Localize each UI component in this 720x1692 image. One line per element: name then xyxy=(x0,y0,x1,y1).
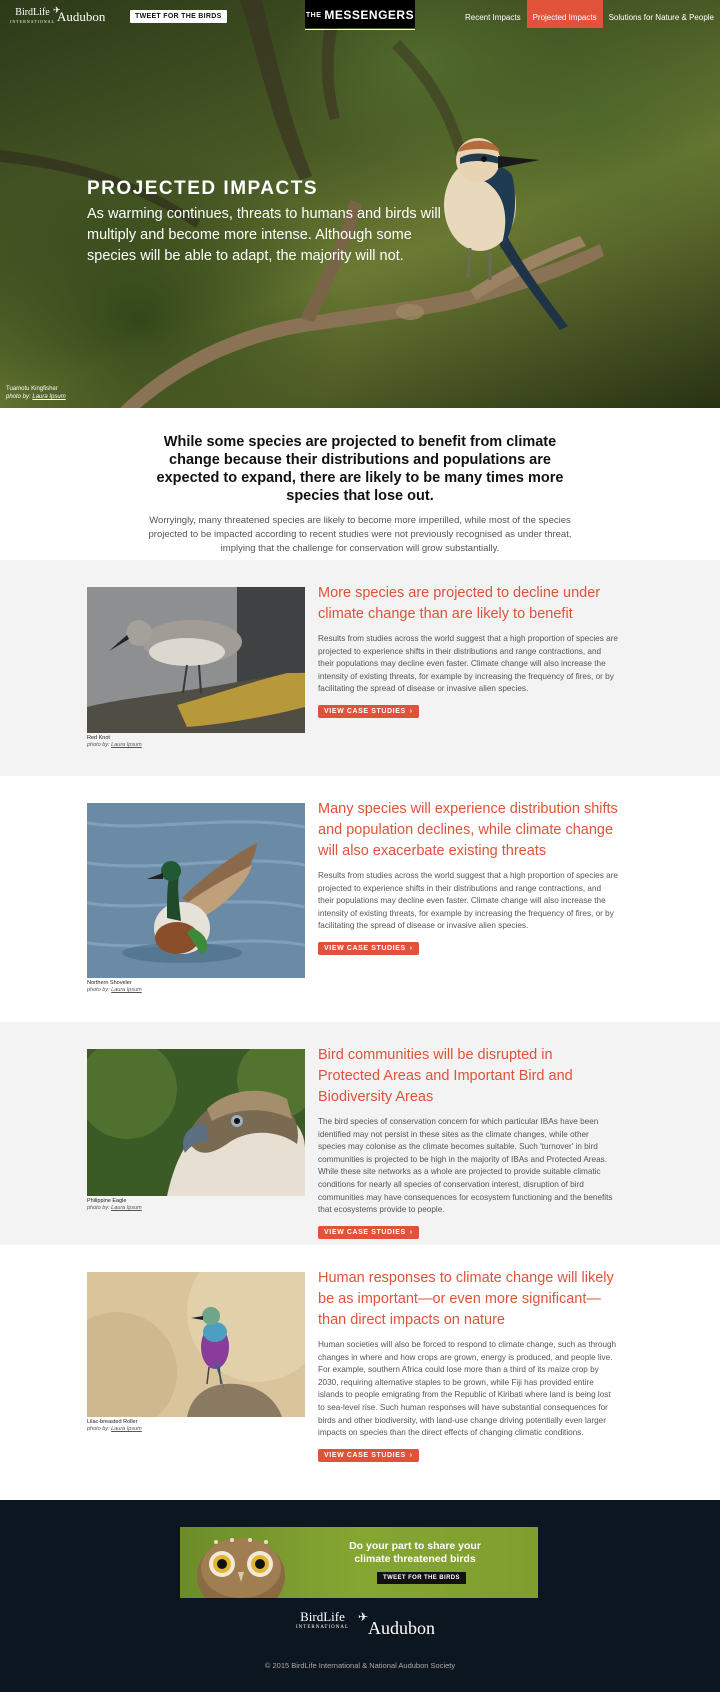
photo-caption: Lilac-breasted Roller photo by: Laura Ip… xyxy=(87,1419,142,1433)
audubon-logo[interactable]: ✈ Audubon xyxy=(53,5,106,25)
northern-shoveler-photo xyxy=(87,803,305,978)
hero-caption-species: Tuamotu Kingfisher xyxy=(6,386,58,392)
impact-section-3: Philippine Eagle photo by: Laura Ipsum B… xyxy=(0,1022,720,1245)
photo-caption: Red Knot photo by: Laura Ipsum xyxy=(87,735,142,749)
hero-caption-credit: photo by: Laura Ipsum xyxy=(6,393,66,401)
philippine-eagle-photo xyxy=(87,1049,305,1196)
brand-name: MESSENGERS xyxy=(324,8,415,22)
chevron-right-icon: › xyxy=(409,944,413,952)
hero-text: PROJECTED IMPACTS As warming continues, … xyxy=(87,178,447,267)
intro: While some species are projected to bene… xyxy=(0,408,720,560)
view-case-studies-button[interactable]: VIEW CASE STUDIES › xyxy=(318,941,419,955)
page-title: PROJECTED IMPACTS xyxy=(87,178,319,199)
section-body: The bird species of conservation concern… xyxy=(318,1117,613,1215)
caption-prefix: photo by: xyxy=(87,742,110,748)
lilac-breasted-roller-photo xyxy=(87,1272,305,1417)
impact-section-2: Northern Shoveler photo by: Laura Ipsum … xyxy=(0,776,720,1022)
intro-heading: While some species are projected to bene… xyxy=(156,434,564,504)
caption-species: Philippine Eagle xyxy=(87,1198,127,1204)
section-body: Results from studies across the world su… xyxy=(318,871,618,931)
chevron-right-icon: › xyxy=(409,1228,413,1236)
caption-species: Lilac-breasted Roller xyxy=(87,1419,138,1425)
hero-caption: Tuamotu Kingfisher photo by: Laura Ipsum xyxy=(6,385,66,401)
section-title: More species are projected to decline un… xyxy=(318,585,601,622)
caption-prefix: photo by: xyxy=(87,987,110,993)
photographer-link[interactable]: Laura Ipsum xyxy=(111,1426,142,1432)
caption-prefix: photo by: xyxy=(87,1426,110,1432)
red-knot-photo xyxy=(87,587,305,733)
impact-section-4: Lilac-breasted Roller photo by: Laura Ip… xyxy=(0,1245,720,1500)
caption-credit: photo by: Laura Ipsum xyxy=(87,742,142,749)
hero: BirdLife INTERNATIONAL ✈ Audubon TWEET F… xyxy=(0,0,720,408)
cta-label: VIEW CASE STUDIES xyxy=(324,707,406,715)
caption-credit: photo by: Laura Ipsum xyxy=(87,987,142,994)
chevron-right-icon: › xyxy=(409,1451,413,1459)
cta-label: VIEW CASE STUDIES xyxy=(324,1451,406,1459)
hero-description: As warming continues, threats to humans … xyxy=(87,206,441,264)
audubon-logo-text: Audubon xyxy=(57,9,106,24)
section-body: Human societies will also be forced to r… xyxy=(318,1340,617,1438)
section-title: Many species will experience distributio… xyxy=(318,801,618,859)
nav-solutions[interactable]: Solutions for Nature & People xyxy=(603,0,720,28)
photo-caption: Northern Shoveler photo by: Laura Ipsum xyxy=(87,980,142,994)
caption-prefix: photo by: xyxy=(87,1205,110,1211)
caption-species: Red Knot xyxy=(87,735,110,741)
section-body: Results from studies across the world su… xyxy=(318,634,618,694)
footer-audubon-logo[interactable]: ✈ Audubon xyxy=(358,1610,435,1639)
section-content: Bird communities will be disrupted in Pr… xyxy=(318,1045,618,1239)
caption-credit: photo by: Laura Ipsum xyxy=(87,1426,142,1433)
footer: Do your part to share your climate threa… xyxy=(0,1500,720,1692)
banner-message: Do your part to share your climate threa… xyxy=(349,1540,481,1565)
tweet-banner[interactable]: Do your part to share your climate threa… xyxy=(180,1527,538,1598)
tweet-for-the-birds-button[interactable]: TWEET FOR THE BIRDS xyxy=(130,10,227,23)
cta-label: VIEW CASE STUDIES xyxy=(324,1228,406,1236)
caption-prefix: photo by: xyxy=(6,394,31,400)
nav-projected-impacts[interactable]: Projected Impacts xyxy=(526,0,603,28)
main-nav: Recent Impacts Projected Impacts Solutio… xyxy=(459,0,720,28)
footer-birdlife-subtext: INTERNATIONAL xyxy=(296,1625,349,1630)
chevron-right-icon: › xyxy=(409,707,413,715)
intro-text: Worryingly, many threatened species are … xyxy=(148,515,572,554)
owl-illustration xyxy=(197,1538,285,1598)
view-case-studies-button[interactable]: VIEW CASE STUDIES › xyxy=(318,1448,419,1462)
section-content: Many species will experience distributio… xyxy=(318,799,618,955)
view-case-studies-button[interactable]: VIEW CASE STUDIES › xyxy=(318,704,419,718)
cta-label: VIEW CASE STUDIES xyxy=(324,944,406,952)
section-content: Human responses to climate change will l… xyxy=(318,1268,618,1462)
nav-recent-impacts[interactable]: Recent Impacts xyxy=(459,0,527,28)
caption-species: Northern Shoveler xyxy=(87,980,132,986)
photographer-link[interactable]: Laura Ipsum xyxy=(32,394,65,400)
footer-audubon-text: Audubon xyxy=(368,1618,435,1638)
section-content: More species are projected to decline un… xyxy=(318,583,618,718)
top-navigation: BirdLife INTERNATIONAL ✈ Audubon TWEET F… xyxy=(0,0,720,30)
photographer-link[interactable]: Laura Ipsum xyxy=(111,742,142,748)
birdlife-logo[interactable]: BirdLife INTERNATIONAL xyxy=(10,8,55,26)
copyright: © 2015 BirdLife International & National… xyxy=(264,1661,456,1670)
egret-icon: ✈ xyxy=(358,1610,369,1624)
footer-birdlife-logo[interactable]: BirdLife INTERNATIONAL xyxy=(296,1610,349,1633)
photographer-link[interactable]: Laura Ipsum xyxy=(111,1205,142,1211)
section-title: Human responses to climate change will l… xyxy=(318,1270,614,1328)
egret-icon: ✈ xyxy=(53,5,61,15)
caption-credit: photo by: Laura Ipsum xyxy=(87,1205,142,1212)
brand-prefix: THE xyxy=(305,12,322,19)
banner-tweet-button[interactable]: TWEET FOR THE BIRDS xyxy=(377,1572,466,1584)
birdlife-logo-subtext: INTERNATIONAL xyxy=(10,19,55,24)
impact-section-1: Red Knot photo by: Laura Ipsum More spec… xyxy=(0,560,720,776)
site-brand[interactable]: THE MESSENGERS xyxy=(305,0,415,30)
photo-caption: Philippine Eagle photo by: Laura Ipsum xyxy=(87,1198,142,1212)
section-title: Bird communities will be disrupted in Pr… xyxy=(318,1047,573,1105)
view-case-studies-button[interactable]: VIEW CASE STUDIES › xyxy=(318,1225,419,1239)
photographer-link[interactable]: Laura Ipsum xyxy=(111,987,142,993)
